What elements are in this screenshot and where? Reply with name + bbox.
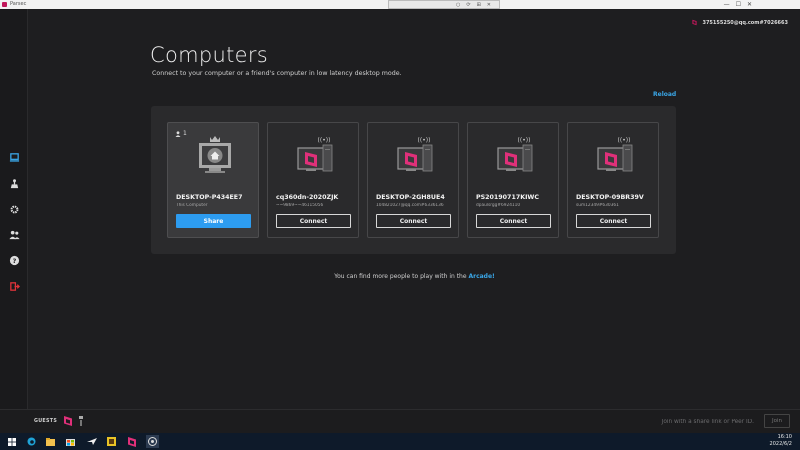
computer-subtitle: sum12349#630361	[576, 203, 619, 208]
arcade-note: You can find more people to play with in…	[334, 273, 495, 280]
friends-nav-icon[interactable]	[6, 226, 22, 242]
app-plane-icon[interactable]	[85, 435, 98, 448]
computer-name: PS20190717KIWC	[476, 194, 539, 201]
computer-subtitle: dpaulsrgg#6924110	[476, 203, 521, 208]
person-icon	[175, 130, 181, 137]
computer-card: ((•)) cq360dn-2020ZJK ~~9869~~46115056 C…	[267, 122, 359, 238]
store-icon[interactable]	[64, 435, 77, 448]
windows-start-icon[interactable]	[5, 435, 18, 448]
clock-date: 2022/6/2	[769, 441, 792, 447]
connect-button[interactable]: Connect	[276, 214, 351, 228]
connect-button[interactable]: Connect	[576, 214, 651, 228]
account-label: 375155250@qq.com#7026663	[702, 19, 788, 26]
maximize-button[interactable]: ☐	[736, 1, 741, 8]
account-badge[interactable]: 375155250@qq.com#7026663	[691, 19, 788, 26]
computer-subtitle: ~~9869~~46115056	[276, 203, 324, 208]
share-button[interactable]: Share	[176, 214, 251, 228]
title-mid-controls: ○ ⟳ ⊞ ✕	[388, 0, 500, 9]
svg-text:((•)): ((•))	[618, 137, 631, 144]
reload-link[interactable]: Reload	[653, 91, 676, 98]
app-yellow-icon[interactable]	[105, 435, 118, 448]
svg-text:((•)): ((•))	[318, 137, 331, 144]
svg-text:((•)): ((•))	[518, 137, 531, 144]
app-circle-icon[interactable]	[146, 435, 159, 448]
settings-gear-icon[interactable]	[6, 201, 22, 217]
parsec-logo-icon	[2, 2, 7, 7]
peer-id-input[interactable]	[648, 415, 758, 428]
system-tray-clock[interactable]: 16:10 2022/6/2	[770, 434, 792, 448]
svg-text:?: ?	[12, 256, 16, 264]
remote-computer-icon: ((•))	[397, 137, 433, 172]
close-small-icon[interactable]: ✕	[487, 2, 491, 8]
window-title: Parsec	[10, 1, 27, 7]
remote-computer-icon: ((•))	[297, 137, 333, 172]
clock-time: 16:10	[777, 434, 792, 440]
page-subtitle: Connect to your computer or a friend's c…	[152, 70, 402, 77]
computer-name: cq360dn-2020ZJK	[276, 194, 339, 201]
home-computer-icon	[199, 136, 231, 173]
file-explorer-icon[interactable]	[44, 435, 57, 448]
parsec-taskbar-icon[interactable]	[125, 435, 138, 448]
grid-icon[interactable]: ⊞	[477, 2, 481, 8]
guest-bar: GUESTS Join	[0, 409, 800, 433]
computer-card: 1 DESKTOP-P434EE7 This Computer Share	[167, 122, 259, 238]
join-button[interactable]: Join	[764, 414, 790, 428]
controller-slot-icon	[79, 416, 83, 426]
edge-browser-icon[interactable]	[25, 435, 38, 448]
computer-card: ((•)) DESKTOP-09BR39V sum12349#630361 Co…	[567, 122, 659, 238]
sidebar: ?	[0, 9, 28, 409]
computer-name: DESKTOP-2GH8UE4	[376, 194, 445, 201]
computer-subtitle: This Computer	[176, 203, 208, 208]
connect-button[interactable]: Connect	[376, 214, 451, 228]
computers-nav-icon[interactable]	[6, 149, 22, 165]
window-titlebar: Parsec ○ ⟳ ⊞ ✕ — ☐ ✕	[0, 0, 800, 9]
minimize-button[interactable]: —	[724, 1, 730, 8]
arcade-link[interactable]: Arcade!	[468, 273, 494, 280]
computer-card: ((•)) DESKTOP-2GH8UE4 104821027@qq.com#6…	[367, 122, 459, 238]
record-icon[interactable]: ○	[456, 2, 460, 8]
computer-name: DESKTOP-09BR39V	[576, 194, 644, 201]
remote-computer-icon: ((•))	[597, 137, 633, 172]
computers-panel: 1 DESKTOP-P434EE7 This Computer Share ((…	[151, 106, 676, 254]
refresh-icon[interactable]: ⟳	[466, 2, 470, 8]
page-title: Computers	[150, 43, 269, 67]
help-icon[interactable]: ?	[6, 252, 22, 268]
logout-icon[interactable]	[6, 278, 22, 294]
remote-computer-icon: ((•))	[497, 137, 533, 172]
close-button[interactable]: ✕	[747, 1, 752, 8]
main-content: 375155250@qq.com#7026663 Computers Conne…	[29, 9, 800, 409]
window-controls: — ☐ ✕	[724, 0, 752, 9]
computer-subtitle: 104821027@qq.com#6336136	[376, 203, 444, 208]
windows-taskbar: 16:10 2022/6/2	[0, 433, 800, 450]
parsec-account-icon	[692, 19, 698, 26]
computer-card: ((•)) PS20190717KIWC dpaulsrgg#6924110 C…	[467, 122, 559, 238]
computer-name: DESKTOP-P434EE7	[176, 194, 243, 201]
guest-count: 1	[175, 130, 187, 137]
parsec-guest-icon	[64, 416, 72, 426]
guests-label: GUESTS	[34, 419, 58, 424]
connect-button[interactable]: Connect	[476, 214, 551, 228]
arcade-nav-icon[interactable]	[6, 175, 22, 191]
svg-text:((•)): ((•))	[418, 137, 431, 144]
